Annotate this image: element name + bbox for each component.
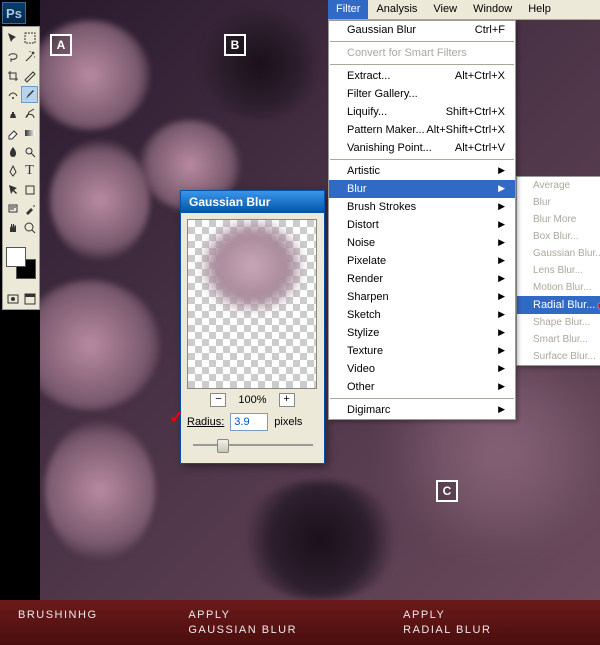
caption-b: APPLYGAUSSIAN BLUR [170,600,385,645]
quick-mask-toggle[interactable] [4,290,21,307]
marker-a: A [50,34,72,56]
blur-smart[interactable]: Smart Blur... [517,331,600,348]
type-tool[interactable]: T [21,162,38,179]
filter-liquify[interactable]: Liquify...Shift+Ctrl+X [329,103,515,121]
filter-other[interactable]: Other▶ [329,378,515,396]
dodge-tool[interactable] [21,143,38,160]
dialog-title: Gaussian Blur [181,191,324,213]
menu-window[interactable]: Window [465,0,520,19]
color-swatches[interactable] [4,245,38,281]
blur-surface[interactable]: Surface Blur... [517,348,600,365]
filter-brush-strokes[interactable]: Brush Strokes▶ [329,198,515,216]
caption-a: BRUSHINHG [0,600,170,645]
filter-dropdown: Gaussian BlurCtrl+F Convert for Smart Fi… [328,20,516,420]
radius-unit: pixels [274,416,302,428]
lasso-tool[interactable] [4,48,21,65]
blur-gaussian[interactable]: Gaussian Blur... [517,245,600,262]
filter-extract[interactable]: Extract...Alt+Ctrl+X [329,67,515,85]
zoom-in-button[interactable]: + [279,393,295,407]
path-selection-tool[interactable] [4,181,21,198]
magic-wand-tool[interactable] [21,48,38,65]
menu-filter[interactable]: Filter [328,0,368,19]
crop-tool[interactable] [4,67,21,84]
blur-motion[interactable]: Motion Blur... [517,279,600,296]
clone-stamp-tool[interactable] [4,105,21,122]
menu-view[interactable]: View [425,0,465,19]
caption-bar: BRUSHINHG APPLYGAUSSIAN BLUR APPLYRADIAL… [0,600,600,645]
filter-digimarc[interactable]: Digimarc▶ [329,401,515,419]
radius-input[interactable] [230,413,268,431]
radius-label: Radius: [187,416,224,428]
radius-slider[interactable] [193,437,313,453]
filter-smart: Convert for Smart Filters [329,44,515,62]
history-brush-tool[interactable] [21,105,38,122]
blur-shape[interactable]: Shape Blur... [517,314,600,331]
blur-lens[interactable]: Lens Blur... [517,262,600,279]
zoom-tool[interactable] [21,219,38,236]
caption-c: APPLYRADIAL BLUR [385,600,600,645]
marquee-tool[interactable] [21,29,38,46]
pen-tool[interactable] [4,162,21,179]
blur-submenu: Average Blur Blur More Box Blur... Gauss… [516,176,600,366]
menu-analysis[interactable]: Analysis [368,0,425,19]
shape-tool[interactable] [21,181,38,198]
filter-texture[interactable]: Texture▶ [329,342,515,360]
filter-blur[interactable]: Blur▶ [329,180,515,198]
blur-blur[interactable]: Blur [517,194,600,211]
screen-mode-toggle[interactable] [21,290,38,307]
menu-bar: Filter Analysis View Window Help [328,0,600,20]
eyedropper-tool[interactable] [21,200,38,217]
filter-pattern-maker[interactable]: Pattern Maker...Alt+Shift+Ctrl+X [329,121,515,139]
healing-brush-tool[interactable] [4,86,21,103]
filter-distort[interactable]: Distort▶ [329,216,515,234]
filter-gallery[interactable]: Filter Gallery... [329,85,515,103]
tools-palette: T [2,26,40,310]
marker-b: B [224,34,246,56]
gaussian-blur-dialog: Gaussian Blur − 100% + ✓ Radius: pixels [180,190,325,464]
filter-render[interactable]: Render▶ [329,270,515,288]
filter-video[interactable]: Video▶ [329,360,515,378]
slice-tool[interactable] [21,67,38,84]
blur-tool[interactable] [4,143,21,160]
blur-average[interactable]: Average [517,177,600,194]
move-tool[interactable] [4,29,21,46]
filter-artistic[interactable]: Artistic▶ [329,162,515,180]
blur-radial[interactable]: Radial Blur...✓ [517,296,600,314]
hand-tool[interactable] [4,219,21,236]
filter-noise[interactable]: Noise▶ [329,234,515,252]
gradient-tool[interactable] [21,124,38,141]
menu-help[interactable]: Help [520,0,559,19]
marker-c: C [436,480,458,502]
photoshop-logo: Ps [2,2,26,24]
zoom-out-button[interactable]: − [210,393,226,407]
filter-stylize[interactable]: Stylize▶ [329,324,515,342]
eraser-tool[interactable] [4,124,21,141]
checkmark-icon: ✓ [596,294,600,315]
brush-tool[interactable] [21,86,38,103]
filter-pixelate[interactable]: Pixelate▶ [329,252,515,270]
filter-last[interactable]: Gaussian BlurCtrl+F [329,21,515,39]
foreground-color[interactable] [6,247,26,267]
filter-vanishing-point[interactable]: Vanishing Point...Alt+Ctrl+V [329,139,515,157]
filter-sharpen[interactable]: Sharpen▶ [329,288,515,306]
notes-tool[interactable] [4,200,21,217]
zoom-level: 100% [238,394,266,406]
blur-more[interactable]: Blur More [517,211,600,228]
filter-sketch[interactable]: Sketch▶ [329,306,515,324]
blur-box[interactable]: Box Blur... [517,228,600,245]
filter-preview[interactable] [187,219,317,389]
checkmark-icon: ✓ [169,407,184,428]
